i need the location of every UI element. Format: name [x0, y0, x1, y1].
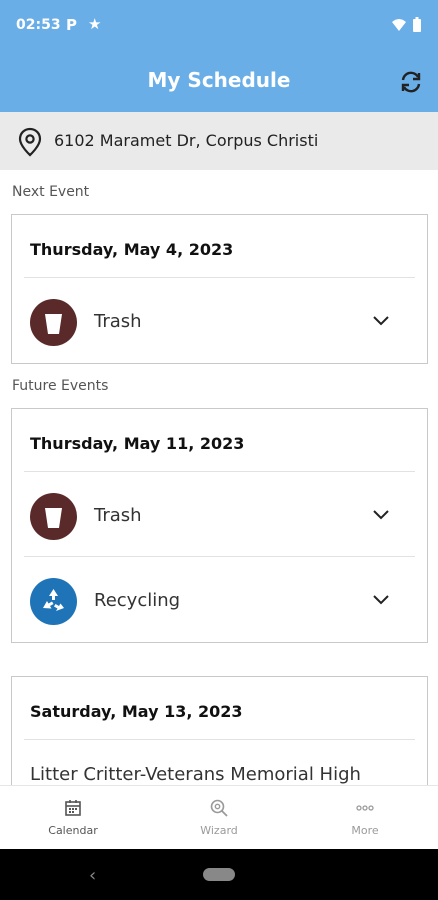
parking-notification-icon: P	[66, 16, 77, 34]
divider	[24, 739, 415, 740]
calendar-icon	[65, 800, 81, 816]
future-event-card: Thursday, May 11, 2023 Trash Recycling	[11, 408, 428, 643]
pickup-row-trash[interactable]: Trash	[24, 292, 415, 352]
event-date: Thursday, May 4, 2023	[30, 240, 234, 259]
future-events-label: Future Events	[12, 378, 109, 394]
more-icon	[356, 805, 374, 811]
recycle-icon	[30, 578, 77, 625]
status-time: 02:53	[16, 17, 61, 33]
home-handle[interactable]	[203, 868, 235, 881]
app-header: 02:53 P ★ My Schedule	[0, 0, 438, 112]
wizard-icon	[210, 799, 228, 817]
nav-calendar[interactable]: Calendar	[0, 786, 146, 850]
event-date: Saturday, May 13, 2023	[30, 702, 243, 721]
next-event-label: Next Event	[12, 184, 90, 200]
battery-icon	[413, 17, 421, 32]
nav-label: More	[351, 824, 379, 837]
nav-label: Wizard	[200, 824, 238, 837]
trash-bin-icon	[30, 299, 77, 346]
nav-label: Calendar	[48, 824, 98, 837]
page-title: My Schedule	[147, 68, 291, 92]
pickup-label: Trash	[94, 505, 142, 526]
nav-wizard[interactable]: Wizard	[146, 786, 292, 850]
address-text: 6102 Maramet Dr, Corpus Christi	[54, 131, 319, 150]
address-bar[interactable]: 6102 Maramet Dr, Corpus Christi	[0, 112, 438, 170]
bottom-navigation: Calendar Wizard More	[0, 785, 438, 849]
nav-more[interactable]: More	[292, 786, 438, 850]
chevron-down-icon[interactable]	[372, 314, 390, 326]
wifi-icon	[392, 19, 406, 31]
pickup-row-trash[interactable]: Trash	[24, 486, 415, 546]
next-event-card: Thursday, May 4, 2023 Trash	[11, 214, 428, 364]
refresh-icon[interactable]	[398, 69, 424, 95]
star-notification-icon: ★	[88, 15, 102, 33]
system-navigation-bar: ‹	[0, 849, 438, 900]
future-event-card: Saturday, May 13, 2023 Litter Critter-Ve…	[11, 676, 428, 796]
status-bar: 02:53 P ★	[0, 0, 438, 52]
pickup-row-recycling[interactable]: Recycling	[24, 571, 415, 631]
event-description[interactable]: Litter Critter-Veterans Memorial High	[30, 764, 361, 785]
chevron-down-icon[interactable]	[372, 508, 390, 520]
chevron-down-icon[interactable]	[372, 593, 390, 605]
event-date: Thursday, May 11, 2023	[30, 434, 245, 453]
location-pin-icon	[18, 127, 42, 157]
pickup-label: Trash	[94, 311, 142, 332]
divider	[24, 471, 415, 472]
divider	[24, 556, 415, 557]
back-icon[interactable]: ‹	[89, 865, 96, 886]
divider	[24, 277, 415, 278]
pickup-label: Recycling	[94, 590, 181, 611]
trash-bin-icon	[30, 493, 77, 540]
